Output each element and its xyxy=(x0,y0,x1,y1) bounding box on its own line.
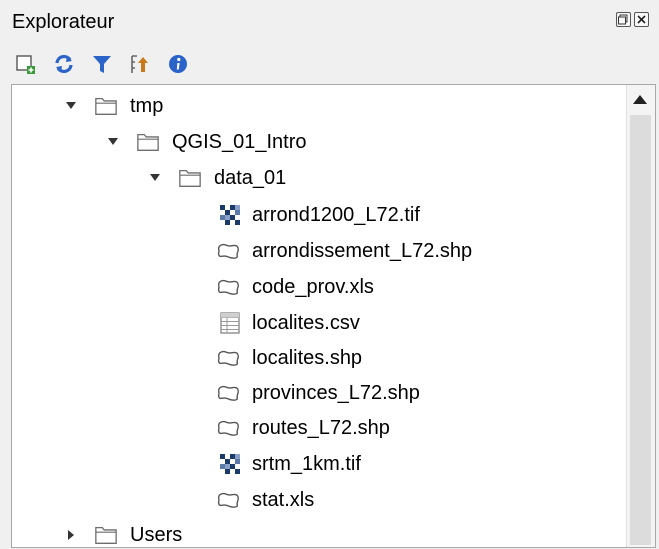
tree-item-label: stat.xls xyxy=(252,489,315,511)
tree-item-label: localites.csv xyxy=(252,312,360,334)
tree-item-label: data_01 xyxy=(214,167,287,189)
browser-tree[interactable]: tmp QGIS_01_Intro data_01 arrond1200_L72… xyxy=(11,84,656,548)
vector-polygon-icon xyxy=(216,416,240,440)
raster-icon xyxy=(218,203,242,227)
properties-info-icon[interactable] xyxy=(166,52,190,76)
refresh-icon[interactable] xyxy=(52,52,76,76)
panel-titlebar: Explorateur xyxy=(0,0,659,40)
float-icon[interactable] xyxy=(616,12,631,27)
table-icon xyxy=(218,311,242,335)
folder-icon xyxy=(136,130,160,154)
browser-toolbar xyxy=(14,52,190,76)
vector-polygon-icon xyxy=(216,275,240,299)
vector-polygon-icon xyxy=(216,488,240,512)
vector-polygon-icon xyxy=(216,239,240,263)
vector-polygon-icon xyxy=(216,346,240,370)
tree-item-label: tmp xyxy=(130,95,164,117)
expanded-arrow-icon[interactable] xyxy=(148,171,162,185)
add-selected-layers-icon[interactable] xyxy=(14,52,38,76)
folder-icon xyxy=(94,523,118,547)
expanded-arrow-icon[interactable] xyxy=(64,99,78,113)
tree-item-label: routes_L72.shp xyxy=(252,417,390,439)
panel-title: Explorateur xyxy=(12,11,115,33)
collapse-all-icon[interactable] xyxy=(128,52,152,76)
folder-icon xyxy=(94,94,118,118)
tree-item-label: QGIS_01_Intro xyxy=(172,131,307,153)
tree-item-label: arrondissement_L72.shp xyxy=(252,240,473,262)
tree-item-label: srtm_1km.tif xyxy=(252,453,361,475)
collapsed-arrow-icon[interactable] xyxy=(64,528,78,542)
expanded-arrow-icon[interactable] xyxy=(106,135,120,149)
tree-item-label: provinces_L72.shp xyxy=(252,382,420,404)
folder-icon xyxy=(178,166,202,190)
tree-item-label: localites.shp xyxy=(252,347,363,369)
browser-panel: Explorateur tmp QGIS_01_Intro data_01 ar… xyxy=(0,0,659,549)
close-icon[interactable] xyxy=(634,12,649,27)
scrollbar-thumb[interactable] xyxy=(630,115,651,545)
vector-polygon-icon xyxy=(216,381,240,405)
dock-buttons xyxy=(616,12,649,27)
raster-icon xyxy=(218,452,242,476)
scroll-up-arrow-icon[interactable] xyxy=(633,95,647,104)
tree-item-label: arrond1200_L72.tif xyxy=(252,204,420,226)
tree-item-label: code_prov.xls xyxy=(252,276,374,298)
tree-item-label: Users xyxy=(130,524,183,546)
vertical-scrollbar[interactable] xyxy=(626,85,655,547)
filter-icon[interactable] xyxy=(90,52,114,76)
